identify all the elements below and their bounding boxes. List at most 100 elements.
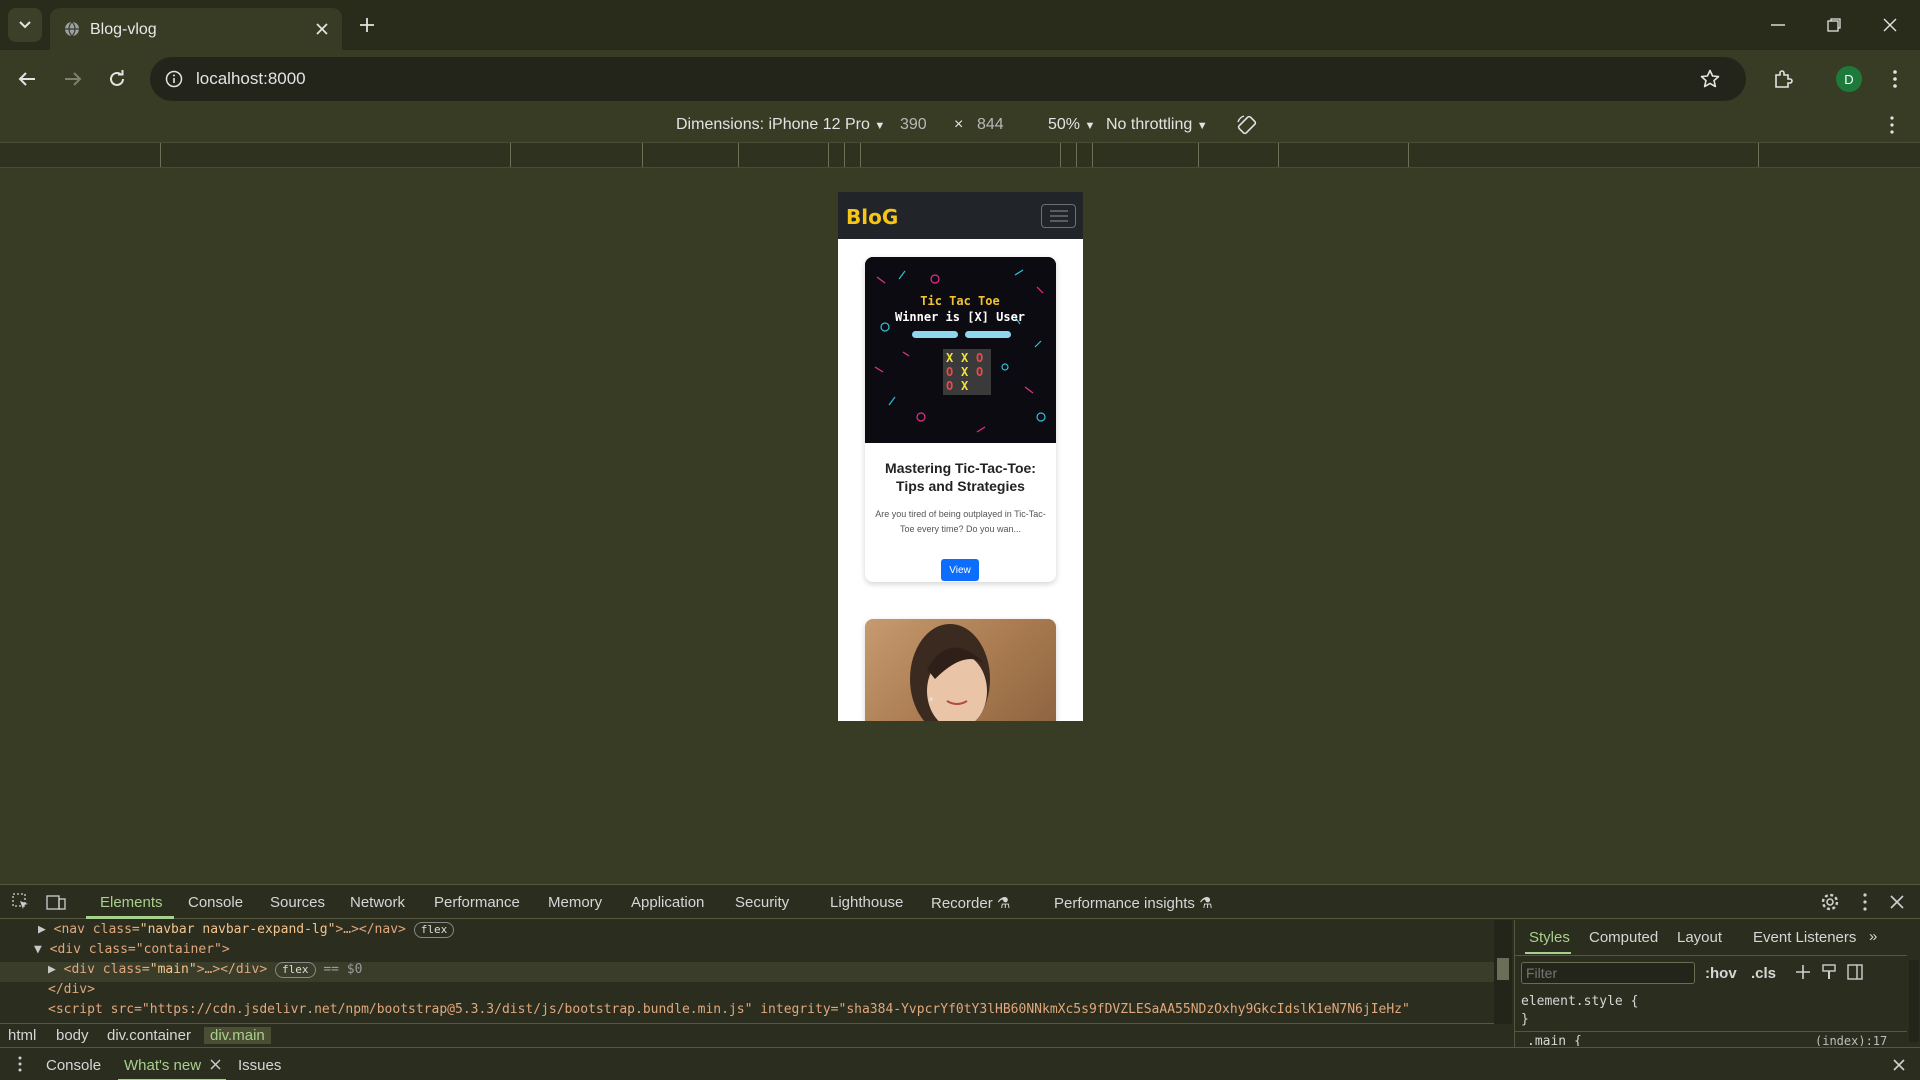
scrollbar-thumb[interactable] (1497, 958, 1509, 980)
tab-performance[interactable]: Performance (434, 894, 520, 911)
zoom-select[interactable]: 50% ▼ (1048, 116, 1095, 134)
ruler-tick (1092, 143, 1093, 167)
brand-logo[interactable]: BloG (846, 205, 898, 229)
styles-tab[interactable]: Styles (1529, 929, 1570, 946)
minimize-icon[interactable] (1754, 8, 1802, 42)
zoom-label: 50% (1048, 116, 1081, 133)
tab-recorder[interactable]: Recorder ⚗ (931, 894, 1010, 912)
drawer-tab-issues[interactable]: Issues (238, 1057, 281, 1074)
element-style-close: } (1521, 1012, 1529, 1027)
styles-filter-input[interactable] (1521, 962, 1695, 984)
dom-node-main-selected[interactable]: ▶ <div class="main">…></div> flex == $0 (0, 962, 1494, 982)
bookmark-star-icon[interactable] (1698, 67, 1722, 91)
drawer-menu-icon[interactable] (18, 1056, 22, 1072)
tab-console[interactable]: Console (188, 894, 243, 911)
elements-scrollbar[interactable] (1494, 920, 1512, 1024)
devtools-panel: Elements Console Sources Network Perform… (0, 884, 1920, 1080)
expand-triangle-icon[interactable]: ▶ (48, 962, 56, 977)
new-rule-plus-icon[interactable] (1795, 964, 1811, 980)
devtools-more-icon[interactable] (1863, 893, 1867, 911)
flex-badge[interactable]: flex (413, 922, 455, 938)
hov-toggle[interactable]: :hov (1705, 965, 1737, 982)
ruler-tick (642, 143, 643, 167)
profile-avatar[interactable]: D (1836, 66, 1862, 92)
devtools-tabbar: Elements Console Sources Network Perform… (0, 885, 1920, 919)
flex-badge[interactable]: flex (275, 962, 316, 978)
breadcrumb-body[interactable]: body (56, 1027, 89, 1044)
code-tag-close: ></nav> (351, 922, 406, 937)
extensions-puzzle-icon[interactable] (1766, 62, 1800, 96)
card-image-tictactoe: Tic Tac Toe Winner is [X] User XXO OXO O… (865, 257, 1056, 443)
tab-performance-insights[interactable]: Performance insights ⚗ (1054, 894, 1213, 912)
layout-tab[interactable]: Layout (1677, 929, 1722, 946)
tab-network[interactable]: Network (350, 894, 405, 911)
breadcrumb-html[interactable]: html (8, 1027, 36, 1044)
close-devtools-icon[interactable] (1890, 895, 1904, 909)
code-tag: <script src="https://cdn.jsdelivr.net/np… (48, 1002, 1410, 1016)
settings-gear-icon[interactable] (1820, 892, 1840, 912)
styles-scrollbar[interactable] (1909, 960, 1919, 1042)
more-tabs-chevron-icon[interactable]: » (1869, 928, 1877, 945)
address-bar[interactable]: localhost:8000 (150, 57, 1746, 101)
tab-application[interactable]: Application (631, 894, 704, 911)
throttling-select[interactable]: No throttling ▼ (1106, 116, 1208, 134)
drawer-tab-console[interactable]: Console (46, 1057, 101, 1074)
tab-lighthouse[interactable]: Lighthouse (830, 894, 903, 911)
elements-tree: ▶ <nav class="navbar navbar-expand-lg">…… (0, 920, 1494, 1024)
element-style-rule[interactable]: element.style { (1521, 994, 1638, 1009)
close-drawer-icon[interactable] (1893, 1059, 1905, 1071)
code-attr-value: "main" (149, 962, 197, 977)
back-arrow-icon[interactable] (10, 62, 44, 96)
computed-tab[interactable]: Computed (1589, 929, 1658, 946)
close-drawer-tab-icon[interactable] (210, 1059, 221, 1070)
ruler-tick (1408, 143, 1409, 167)
dom-node-script[interactable]: <script src="https://cdn.jsdelivr.net/np… (0, 1002, 1494, 1016)
browser-tab[interactable]: Blog-vlog (50, 8, 342, 50)
dom-node-close[interactable]: </div> (0, 982, 1494, 1002)
dimensions-select[interactable]: Dimensions: iPhone 12 Pro ▼ (676, 116, 885, 134)
svg-text:O: O (946, 365, 953, 379)
image-subheading: Winner is [X] User (895, 310, 1025, 324)
width-input[interactable]: 390 (900, 116, 927, 134)
url-text[interactable]: localhost:8000 (196, 69, 306, 89)
tab-sources[interactable]: Sources (270, 894, 325, 911)
tab-security[interactable]: Security (735, 894, 789, 911)
tab-elements[interactable]: Elements (100, 894, 163, 911)
height-input[interactable]: 844 (977, 116, 1004, 134)
paint-brush-icon[interactable] (1821, 964, 1837, 980)
close-tab-icon[interactable] (312, 19, 332, 39)
device-toggle-icon[interactable] (46, 893, 66, 911)
tab-memory[interactable]: Memory (548, 894, 602, 911)
close-window-icon[interactable] (1866, 8, 1914, 42)
restore-icon[interactable] (1810, 8, 1858, 42)
new-tab-plus-icon[interactable] (352, 10, 382, 40)
breadcrumb-div-container[interactable]: div.container (107, 1027, 191, 1044)
divider (1515, 955, 1907, 956)
dropdown-caret-icon: ▼ (1196, 120, 1208, 132)
toggle-sidebar-icon[interactable] (1847, 964, 1863, 980)
dom-node-nav[interactable]: ▶ <nav class="navbar navbar-expand-lg">…… (0, 922, 1494, 942)
reload-icon[interactable] (100, 62, 134, 96)
tab-search-chevron-icon[interactable] (8, 8, 42, 42)
main-rule[interactable]: .main { (1527, 1034, 1582, 1046)
navbar-toggler-button[interactable] (1041, 204, 1076, 228)
device-more-icon[interactable] (1890, 116, 1894, 134)
expand-triangle-icon[interactable]: ▶ (38, 922, 46, 937)
styles-tab-underline (1525, 952, 1571, 954)
rotate-icon[interactable] (1236, 114, 1258, 136)
breadcrumb-div-main[interactable]: div.main (204, 1027, 271, 1044)
cls-toggle[interactable]: .cls (1751, 965, 1776, 982)
forward-arrow-icon[interactable] (56, 62, 90, 96)
site-info-icon[interactable] (162, 67, 186, 91)
media-query-ruler[interactable] (0, 142, 1920, 168)
dom-node-container[interactable]: ▼ <div class="container"> (0, 942, 1494, 962)
more-vert-icon[interactable] (1880, 62, 1910, 96)
ruler-tick (160, 143, 161, 167)
event-listeners-tab[interactable]: Event Listeners (1753, 929, 1856, 946)
collapse-triangle-icon[interactable]: ▼ (34, 942, 42, 957)
tab-title: Blog-vlog (90, 21, 157, 38)
view-button[interactable]: View (941, 559, 979, 581)
inspect-element-icon[interactable] (12, 893, 30, 911)
rule-source-link[interactable]: (index):17 (1815, 1034, 1887, 1046)
drawer-tab-whats-new[interactable]: What's new (124, 1057, 201, 1074)
